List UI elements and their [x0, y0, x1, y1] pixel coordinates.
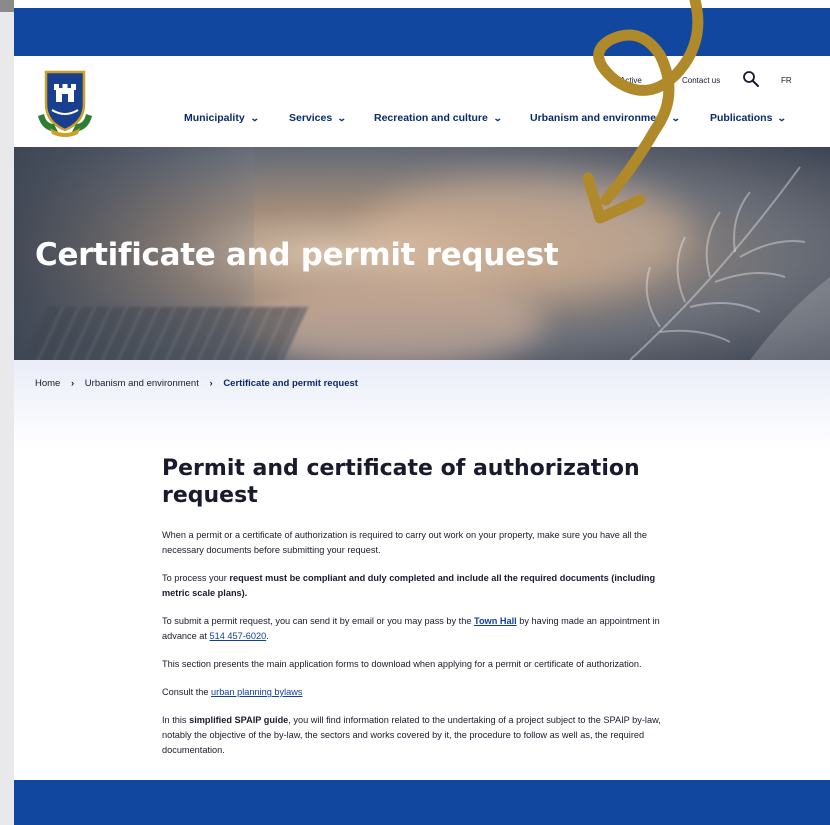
nav-item-recreation[interactable]: Recreation and culture ⌄	[374, 112, 503, 124]
nav-item-publications[interactable]: Publications ⌄	[710, 112, 788, 124]
nav-item-urbanism[interactable]: Urbanism and environment ⌄	[530, 112, 681, 124]
utility-link-contact[interactable]: Contact us	[682, 76, 720, 85]
breadcrumb-separator: ›	[70, 378, 75, 389]
hero-banner: Certificate and permit request	[14, 147, 830, 360]
page-title: Certificate and permit request	[35, 237, 559, 273]
language-toggle[interactable]: FR	[781, 76, 792, 85]
bottom-blue-bar	[14, 780, 830, 825]
breadcrumb-section[interactable]: Urbanism and environment	[85, 378, 199, 389]
decorative-leaf-icon	[629, 166, 830, 360]
nav-label: Municipality	[184, 112, 245, 124]
breadcrumb-separator: ›	[209, 378, 213, 389]
text-bold: simplified SPAIP guide	[189, 715, 289, 725]
chevron-down-icon: ⌄	[492, 113, 503, 123]
nav-item-municipality[interactable]: Municipality ⌄	[184, 112, 260, 124]
breadcrumb: Home › Urbanism and environment › Certif…	[35, 378, 358, 389]
text-bold: request must be compliant and duly compl…	[162, 573, 656, 598]
window-corner	[0, 0, 14, 12]
text: To submit a permit request, you can send…	[162, 616, 475, 626]
paragraph-consult: Consult the urban planning bylaws	[162, 685, 672, 700]
text: .	[266, 631, 269, 641]
paragraph-spaip: In this simplified SPAIP guide, you will…	[162, 713, 672, 758]
breadcrumb-current: Certificate and permit request	[223, 378, 358, 389]
text: Consult the	[162, 687, 212, 697]
breadcrumb-area: Home › Urbanism and environment › Certif…	[14, 360, 830, 450]
search-icon[interactable]	[742, 70, 760, 88]
nav-label: Urbanism and environment	[530, 112, 666, 124]
content-heading: Permit and certificate of authorization …	[162, 456, 640, 508]
town-hall-link[interactable]: Town Hall	[474, 616, 517, 626]
nav-label: Services	[289, 112, 333, 124]
nav-label: Publications	[710, 112, 773, 124]
phone-link[interactable]: 514 457-6020	[210, 631, 267, 641]
site-header: Active Contact us FR Municipality ⌄ Servi…	[14, 56, 830, 147]
main-content: Permit and certificate of authorization …	[162, 455, 672, 771]
paragraph-intro: When a permit or a certificate of author…	[162, 530, 647, 555]
paragraph-forms: This section presents the main applicati…	[162, 659, 642, 669]
hero-keyboard	[20, 307, 308, 360]
chevron-down-icon: ⌄	[777, 113, 788, 123]
chevron-down-icon: ⌄	[337, 113, 347, 123]
breadcrumb-home[interactable]: Home	[35, 378, 60, 389]
top-blue-bar	[14, 8, 830, 56]
chevron-down-icon: ⌄	[249, 113, 260, 123]
text: In this	[162, 715, 190, 725]
utility-link-active[interactable]: Active	[620, 76, 642, 85]
nav-label: Recreation and culture	[374, 112, 488, 124]
paragraph-requirements: To process your request must be complian…	[162, 571, 672, 601]
chevron-down-icon: ⌄	[670, 113, 681, 123]
municipal-crest-logo[interactable]	[34, 66, 96, 138]
text: To process your	[162, 573, 230, 583]
paragraph-submit: To submit a permit request, you can send…	[162, 614, 672, 644]
page: Active Contact us FR Municipality ⌄ Servi…	[14, 0, 830, 825]
bylaws-link[interactable]: urban planning bylaws	[211, 687, 302, 697]
nav-item-services[interactable]: Services ⌄	[289, 112, 347, 124]
